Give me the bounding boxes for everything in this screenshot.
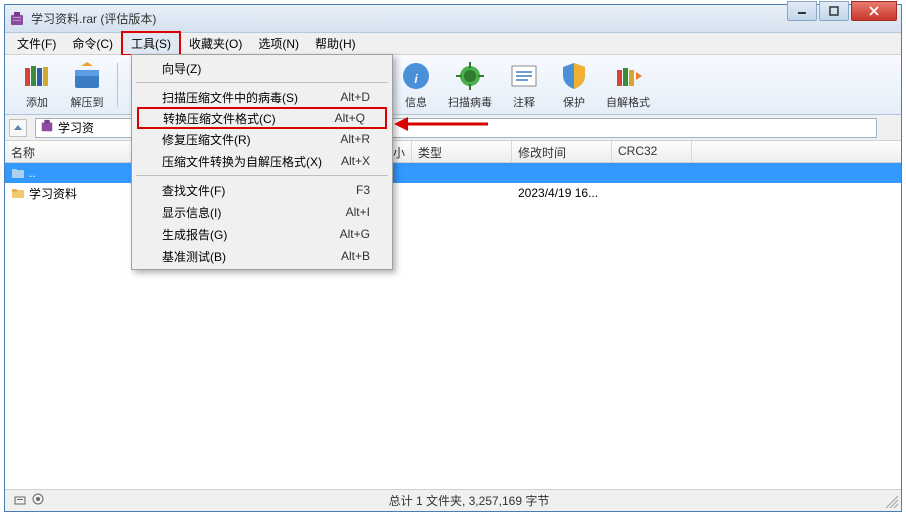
dd-benchmark[interactable]: 基准测试(B)Alt+B <box>134 245 390 267</box>
shield-icon <box>558 60 590 92</box>
statusbar: 总计 1 文件夹, 3,257,169 字节 <box>5 489 901 511</box>
dd-repair[interactable]: 修复压缩文件(R)Alt+R <box>134 128 390 150</box>
tool-add[interactable]: 添加 <box>13 56 61 114</box>
path-text: 学习资 <box>58 119 94 136</box>
up-folder-icon <box>11 166 25 180</box>
app-icon <box>9 11 25 27</box>
tools-dropdown: 向导(Z) 扫描压缩文件中的病毒(S)Alt+D 转换压缩文件格式(C)Alt+… <box>131 54 393 270</box>
window-controls <box>785 5 897 32</box>
dd-wizard[interactable]: 向导(Z) <box>134 57 390 79</box>
dd-sfx[interactable]: 压缩文件转换为自解压格式(X)Alt+X <box>134 150 390 172</box>
sfx-icon <box>612 60 644 92</box>
menu-favorites[interactable]: 收藏夹(O) <box>181 33 250 54</box>
col-modified[interactable]: 修改时间 <box>512 141 612 162</box>
info-icon: i <box>400 60 432 92</box>
menu-help[interactable]: 帮助(H) <box>307 33 364 54</box>
menu-commands[interactable]: 命令(C) <box>64 33 121 54</box>
window-title: 学习资料.rar (评估版本) <box>31 10 785 27</box>
archive-icon <box>40 119 54 136</box>
titlebar[interactable]: 学习资料.rar (评估版本) <box>5 5 901 33</box>
menu-options[interactable]: 选项(N) <box>250 33 307 54</box>
extract-icon <box>71 60 103 92</box>
menu-tools[interactable]: 工具(S) <box>121 31 181 56</box>
dd-convert[interactable]: 转换压缩文件格式(C)Alt+Q <box>137 107 387 129</box>
tool-scan[interactable]: 扫描病毒 <box>442 56 498 114</box>
up-button[interactable] <box>9 119 27 137</box>
folder-icon <box>11 186 25 200</box>
tool-protect[interactable]: 保护 <box>550 56 598 114</box>
toolbar-separator <box>117 63 118 107</box>
tool-info[interactable]: i 信息 <box>392 56 440 114</box>
books-icon <box>21 60 53 92</box>
close-button[interactable] <box>851 1 897 21</box>
status-icon-1 <box>13 492 27 509</box>
minimize-button[interactable] <box>787 1 817 21</box>
dd-separator <box>136 82 388 83</box>
dd-report[interactable]: 生成报告(G)Alt+G <box>134 223 390 245</box>
tool-extract[interactable]: 解压到 <box>63 56 111 114</box>
col-type[interactable]: 类型 <box>412 141 512 162</box>
comment-icon <box>508 60 540 92</box>
dd-separator <box>136 175 388 176</box>
dd-info[interactable]: 显示信息(I)Alt+I <box>134 201 390 223</box>
resize-grip[interactable] <box>885 495 899 509</box>
status-text: 总计 1 文件夹, 3,257,169 字节 <box>45 492 893 509</box>
tool-sfx[interactable]: 自解格式 <box>600 56 656 114</box>
col-crc[interactable]: CRC32 <box>612 141 692 162</box>
menubar: 文件(F) 命令(C) 工具(S) 收藏夹(O) 选项(N) 帮助(H) <box>5 33 901 55</box>
maximize-button[interactable] <box>819 1 849 21</box>
status-icon-2 <box>31 492 45 509</box>
dd-find[interactable]: 查找文件(F)F3 <box>134 179 390 201</box>
virus-icon <box>454 60 486 92</box>
tool-comment[interactable]: 注释 <box>500 56 548 114</box>
menu-file[interactable]: 文件(F) <box>9 33 64 54</box>
dd-scan-virus[interactable]: 扫描压缩文件中的病毒(S)Alt+D <box>134 86 390 108</box>
